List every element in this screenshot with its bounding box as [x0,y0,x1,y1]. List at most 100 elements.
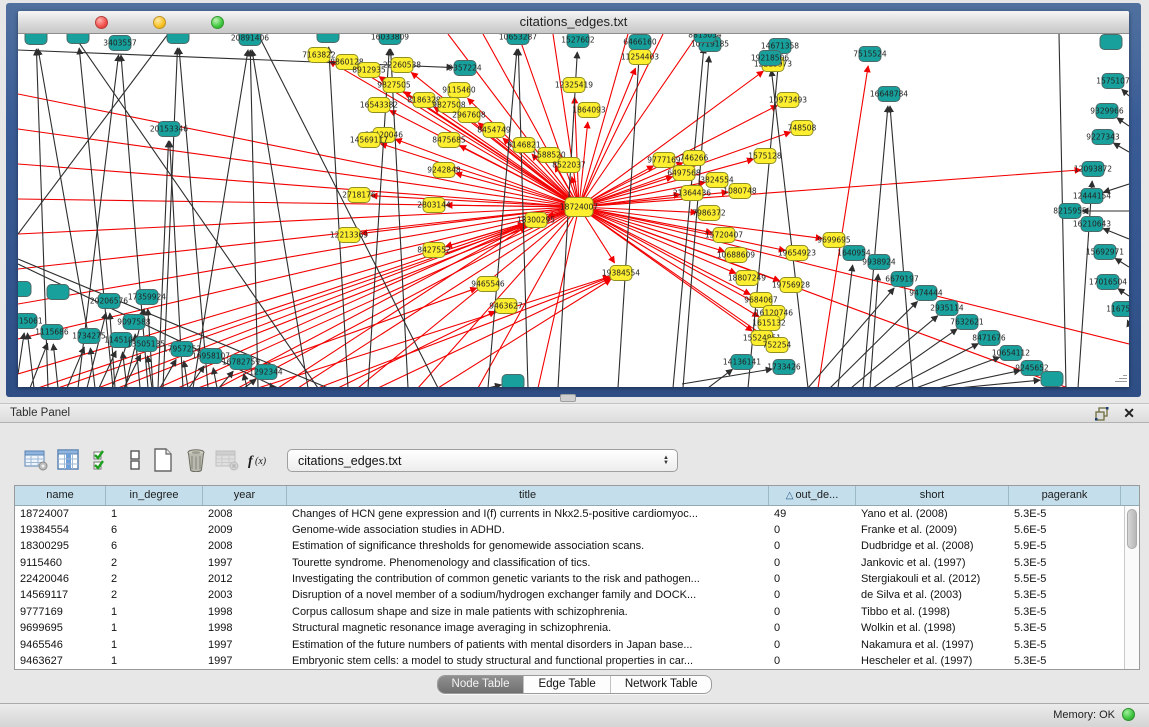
graph-node[interactable]: 16648784 [870,87,908,102]
graph-node[interactable]: 14136141 [723,355,761,370]
graph-node[interactable]: 9227343 [1086,130,1120,145]
graph-node[interactable]: 8215955 [1053,204,1087,219]
float-panel-icon[interactable] [1095,407,1109,421]
select-columns-icon[interactable] [90,447,115,472]
column-header-out_de[interactable]: △out_de... [769,486,856,505]
graph-node-selected[interactable]: 22260538 [383,58,421,73]
graph-node-selected[interactable]: 8427552 [417,243,451,258]
graph-node-selected[interactable]: 8912935 [352,63,386,78]
graph-node-selected[interactable]: 7986372 [692,206,726,221]
graph-node-selected[interactable]: 14569117 [350,133,388,148]
table-row[interactable]: 1456911722003Disruption of a novel membe… [15,588,1139,604]
table-row[interactable]: 911546021997Tourette syndrome. Phenomeno… [15,555,1139,571]
graph-node-selected[interactable]: 16543382 [360,98,398,113]
graph-node[interactable]: 9474444 [909,286,943,301]
graph-node[interactable]: 1575107 [1096,74,1129,89]
graph-node[interactable]: 1115686 [35,325,69,340]
network-graph-canvas[interactable]: 1872400718300295716382288601288912935222… [18,34,1129,387]
table-row[interactable]: 2242004622012Investigating the contribut… [15,572,1139,588]
scrollbar-thumb[interactable] [1127,509,1137,549]
graph-node-selected[interactable]: 9242848 [427,163,461,178]
graph-node[interactable]: 6466160 [623,35,657,50]
graph-node[interactable]: 16033809 [371,34,409,45]
graph-node[interactable]: 9938924 [862,255,896,270]
graph-node[interactable]: 2935114 [930,301,964,316]
column-header-name[interactable]: name [15,486,106,505]
resize-grip[interactable] [1115,373,1127,385]
tab-node-table[interactable]: Node Table [438,676,525,693]
graph-node[interactable] [1100,35,1122,50]
delete-columns-icon[interactable] [183,447,208,472]
function-builder-icon[interactable]: f (x) [246,447,276,472]
row-height-icon[interactable] [122,447,147,472]
graph-node-selected[interactable]: 748508 [788,121,817,136]
graph-node[interactable]: 1733426 [767,360,801,375]
tab-edge-table[interactable]: Edge Table [524,676,610,693]
graph-node-selected[interactable]: 1864093 [572,103,606,118]
table-row[interactable]: 1938455462009Genome-wide association stu… [15,522,1139,538]
table-selector-dropdown[interactable]: citations_edges.txt ▲▼ [287,449,678,472]
graph-node-selected[interactable]: 6497568 [667,166,701,181]
graph-node-selected[interactable]: 11254403 [621,50,659,65]
column-header-in_degree[interactable]: in_degree [106,486,203,505]
graph-node[interactable]: 20206576 [90,294,128,309]
table-row[interactable]: 1872400712008Changes of HCN gene express… [15,506,1139,522]
table-row[interactable]: 946362711997Embryonic stem cells: a mode… [15,654,1139,669]
show-columns-icon[interactable] [55,447,80,472]
graph-node-selected[interactable]: 18724007 [560,198,598,217]
tab-network-table[interactable]: Network Table [611,676,712,693]
create-column-icon[interactable] [150,447,175,472]
graph-node-selected[interactable]: 18807249 [728,271,766,286]
graph-node[interactable]: 3403557 [103,36,137,51]
graph-node[interactable]: 12444154 [1073,189,1111,204]
graph-node[interactable]: 1167533 [1106,302,1129,317]
graph-node[interactable]: 8471676 [972,331,1006,346]
graph-node-selected[interactable]: 2803144 [417,198,451,213]
graph-node[interactable]: 7515524 [853,47,887,62]
table-row[interactable]: 969969511998Structural magnetic resonanc… [15,621,1139,637]
graph-node[interactable]: 9097588 [117,315,151,330]
graph-node[interactable] [67,34,89,44]
table-row[interactable]: 1830029562008Estimation of significance … [15,539,1139,555]
graph-node-selected[interactable]: 2718176 [342,188,376,203]
panel-splitter-handle[interactable] [560,394,576,402]
window-titlebar[interactable]: citations_edges.txt [18,11,1129,34]
graph-node[interactable]: 7632621 [950,315,984,330]
graph-node[interactable]: 9329966 [1090,104,1124,119]
graph-node[interactable] [18,282,31,297]
graph-node[interactable]: 1734275 [72,329,106,344]
table-row[interactable]: 977716911998Corpus callosum shape and si… [15,604,1139,620]
graph-node[interactable]: 10653287 [499,34,537,45]
graph-node[interactable]: 12093872 [1074,162,1112,177]
graph-node-selected[interactable]: 8475685 [432,133,466,148]
column-header-short[interactable]: short [856,486,1009,505]
graph-node[interactable]: 1715061 [18,314,43,329]
graph-node[interactable]: 1527602 [561,34,595,48]
graph-node[interactable]: 15692971 [1086,245,1124,260]
graph-node[interactable]: 17359924 [128,290,166,305]
graph-node[interactable]: 9357224 [448,61,482,76]
graph-node[interactable] [25,34,47,45]
graph-node[interactable] [47,285,69,300]
graph-node-selected[interactable]: 12325419 [555,78,593,93]
table-row[interactable]: 946554611997Estimation of the future num… [15,637,1139,653]
column-header-pagerank[interactable]: pagerank [1009,486,1121,505]
graph-node[interactable] [502,375,524,388]
close-panel-icon[interactable]: ✕ [1123,405,1135,422]
column-header-title[interactable]: title [287,486,769,505]
graph-node[interactable] [317,34,339,43]
graph-node-selected[interactable]: 1615132 [752,316,786,331]
graph-node[interactable] [1041,372,1063,387]
column-header-year[interactable]: year [203,486,287,505]
graph-node[interactable] [167,34,189,44]
graph-node-selected[interactable]: 752254 [763,338,792,353]
graph-node-selected[interactable]: 9465546 [471,277,505,292]
table-mode-icon[interactable] [23,447,48,472]
table-vertical-scrollbar[interactable] [1124,506,1139,669]
graph-node[interactable]: 20153346 [150,122,188,137]
graph-node[interactable]: 17016504 [1089,275,1127,290]
graph-node-selected[interactable]: 1575128 [748,149,782,164]
graph-node-selected[interactable]: 2967608 [452,108,486,123]
graph-node-selected[interactable]: 9699695 [817,233,851,248]
graph-node-selected[interactable]: 746266 [680,151,709,166]
